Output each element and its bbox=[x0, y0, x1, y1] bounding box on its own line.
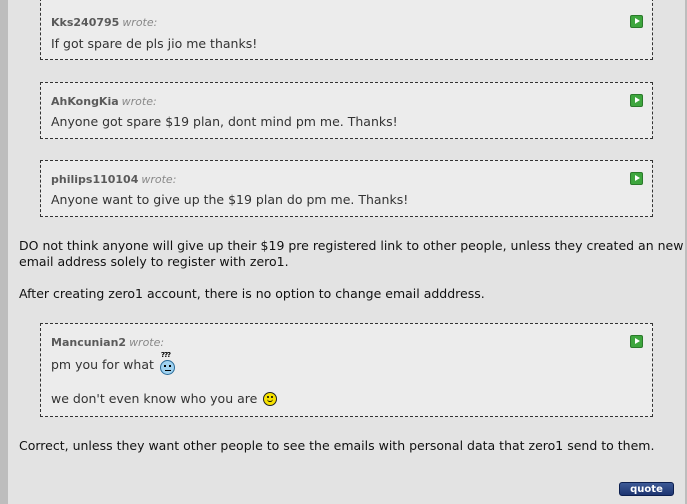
view-post-icon[interactable] bbox=[630, 172, 643, 185]
quote-block: philips110104 wrote: Anyone want to give … bbox=[40, 160, 653, 217]
quote-text: pm you for what ??? bbox=[51, 351, 176, 375]
quote-author-name: philips110104 bbox=[51, 173, 139, 186]
quote-text: Anyone got spare $19 plan, dont mind pm … bbox=[51, 114, 398, 129]
quote-author-name: Kks240795 bbox=[51, 16, 120, 29]
view-post-icon[interactable] bbox=[630, 15, 643, 28]
quote-author: AhKongKia wrote: bbox=[51, 95, 157, 108]
closing-paragraph: Correct, unless they want other people t… bbox=[19, 438, 655, 453]
quote-wrote-label: wrote: bbox=[121, 95, 157, 108]
quote-text: If got spare de pls jio me thanks! bbox=[51, 36, 258, 51]
quote-wrote-label: wrote: bbox=[141, 173, 177, 186]
view-post-icon[interactable] bbox=[630, 94, 643, 107]
quote-block: Mancunian2 wrote: pm you for what ??? we … bbox=[40, 323, 653, 417]
confused-smiley-icon: ??? bbox=[159, 351, 176, 375]
quote-text: Anyone want to give up the $19 plan do p… bbox=[51, 192, 409, 207]
quote-author: philips110104 wrote: bbox=[51, 173, 176, 186]
confused-marks: ??? bbox=[160, 351, 171, 359]
quote-block: Kks240795 wrote: If got spare de pls jio … bbox=[40, 0, 653, 60]
quote-button[interactable]: quote bbox=[619, 482, 674, 496]
left-border bbox=[0, 0, 8, 504]
quote-author-name: Mancunian2 bbox=[51, 336, 127, 349]
quote-author: Kks240795 wrote: bbox=[51, 16, 157, 29]
view-post-icon[interactable] bbox=[630, 335, 643, 348]
quote-text-line: pm you for what bbox=[51, 357, 154, 372]
quote-author-name: AhKongKia bbox=[51, 95, 119, 108]
reply-text-line: email address solely to register with ze… bbox=[19, 254, 289, 269]
reply-paragraph-2: After creating zero1 account, there is n… bbox=[19, 286, 485, 301]
quote-author: Mancunian2 wrote: bbox=[51, 336, 164, 349]
quote-text: we don't even know who you are bbox=[51, 391, 278, 406]
quote-text-line: we don't even know who you are bbox=[51, 391, 258, 406]
reply-text-line: DO not think anyone will give up their $… bbox=[19, 238, 684, 253]
reply-paragraph-1: DO not think anyone will give up their $… bbox=[19, 238, 683, 270]
quote-block: AhKongKia wrote: Anyone got spare $19 pla… bbox=[40, 82, 653, 139]
quote-wrote-label: wrote: bbox=[122, 16, 158, 29]
smile-smiley-icon bbox=[263, 392, 278, 406]
quote-wrote-label: wrote: bbox=[129, 336, 165, 349]
